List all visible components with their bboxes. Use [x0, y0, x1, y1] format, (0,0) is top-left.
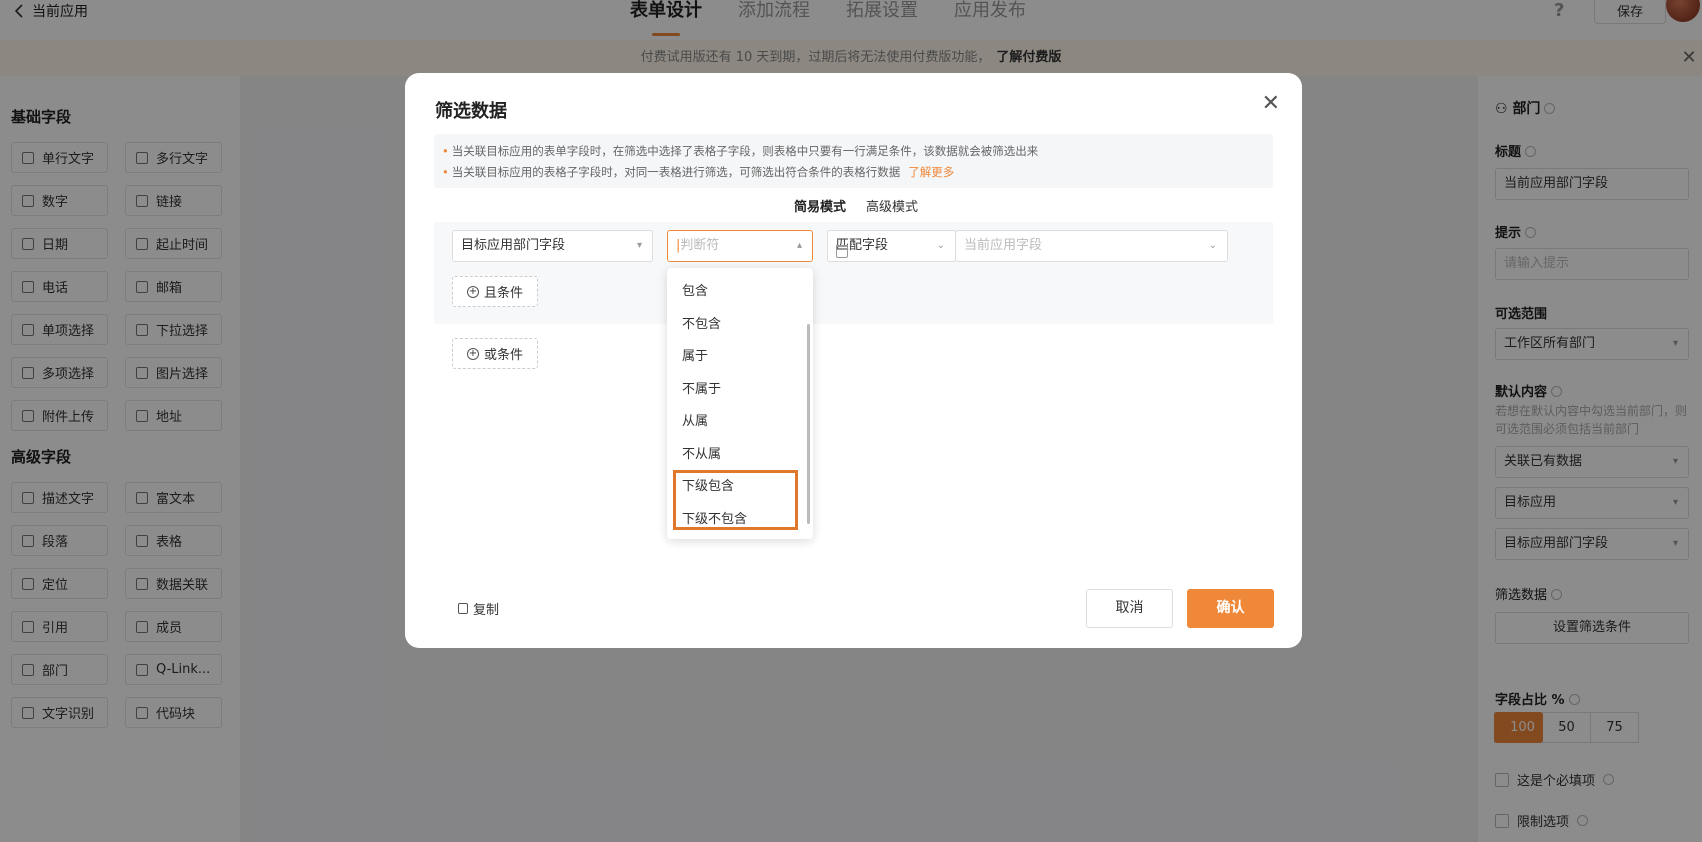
add-and-condition-button[interactable]: + 且条件 [452, 276, 538, 307]
confirm-button[interactable]: 确认 [1187, 589, 1274, 628]
highlight-box [673, 470, 798, 530]
operator-placeholder: 判断符 [680, 238, 720, 253]
copy-button[interactable]: 复制 [458, 599, 499, 618]
or-condition-label: 或条件 [483, 348, 523, 363]
dropdown-option[interactable]: 属于 [682, 345, 708, 364]
dropdown-scrollbar[interactable] [807, 324, 810, 524]
tip-line-1: • 当关联目标应用的表单字段时，在筛选中选择了表格子字段，则表格中只要有一行满足条… [442, 144, 1039, 158]
modal-title: 筛选数据 [435, 101, 507, 122]
field-select-value: 目标应用部门字段 [461, 238, 566, 253]
mode-tabs: 简易模式 高级模式 [794, 196, 918, 224]
operator-select[interactable]: |判断符 ▴ [667, 230, 813, 262]
close-icon[interactable]: ✕ [1262, 91, 1280, 116]
value-placeholder: 当前应用字段 [964, 238, 1043, 253]
dropdown-option[interactable]: 包含 [682, 280, 708, 299]
caret-down-icon: ▾ [636, 240, 642, 251]
tip-line-2: • 当关联目标应用的表格子字段时，对同一表格进行筛选，可筛选出符合条件的表格行数据… [442, 165, 955, 179]
cancel-button[interactable]: 取消 [1086, 589, 1173, 628]
add-or-condition-button[interactable]: + 或条件 [452, 338, 538, 369]
field-select[interactable]: 目标应用部门字段 ▾ [452, 230, 653, 262]
copy-label: 复制 [473, 603, 500, 618]
dropdown-option[interactable]: 从属 [682, 410, 708, 429]
filter-data-modal: 筛选数据 ✕ • 当关联目标应用的表单字段时，在筛选中选择了表格子字段，则表格中只… [405, 73, 1302, 648]
dropdown-option[interactable]: 不属于 [682, 378, 721, 397]
copy-icon [458, 603, 468, 614]
tab-advanced-mode[interactable]: 高级模式 [866, 196, 918, 220]
dropdown-option[interactable]: 不从属 [682, 443, 721, 462]
tab-simple-mode[interactable]: 简易模式 [794, 196, 847, 224]
learn-more-link[interactable]: 了解更多 [908, 165, 954, 179]
and-condition-label: 且条件 [483, 286, 523, 301]
dropdown-option[interactable]: 不包含 [682, 313, 721, 332]
tip-text-2: 当关联目标应用的表格子字段时，对同一表格进行筛选，可筛选出符合条件的表格行数据 [451, 165, 901, 179]
trash-icon[interactable] [836, 245, 848, 258]
plus-circle-icon: + [466, 285, 479, 298]
chevron-down-icon: ⌄ [1208, 240, 1217, 251]
chevron-down-icon: ⌄ [936, 240, 945, 251]
value-select[interactable]: 当前应用字段 ⌄ [955, 230, 1228, 262]
modal-tip: • 当关联目标应用的表单字段时，在筛选中选择了表格子字段，则表格中只要有一行满足条… [434, 134, 1273, 188]
plus-circle-icon: + [466, 347, 479, 360]
tip-text-1: 当关联目标应用的表单字段时，在筛选中选择了表格子字段，则表格中只要有一行满足条件… [451, 144, 1039, 158]
caret-up-icon: ▴ [796, 240, 802, 251]
